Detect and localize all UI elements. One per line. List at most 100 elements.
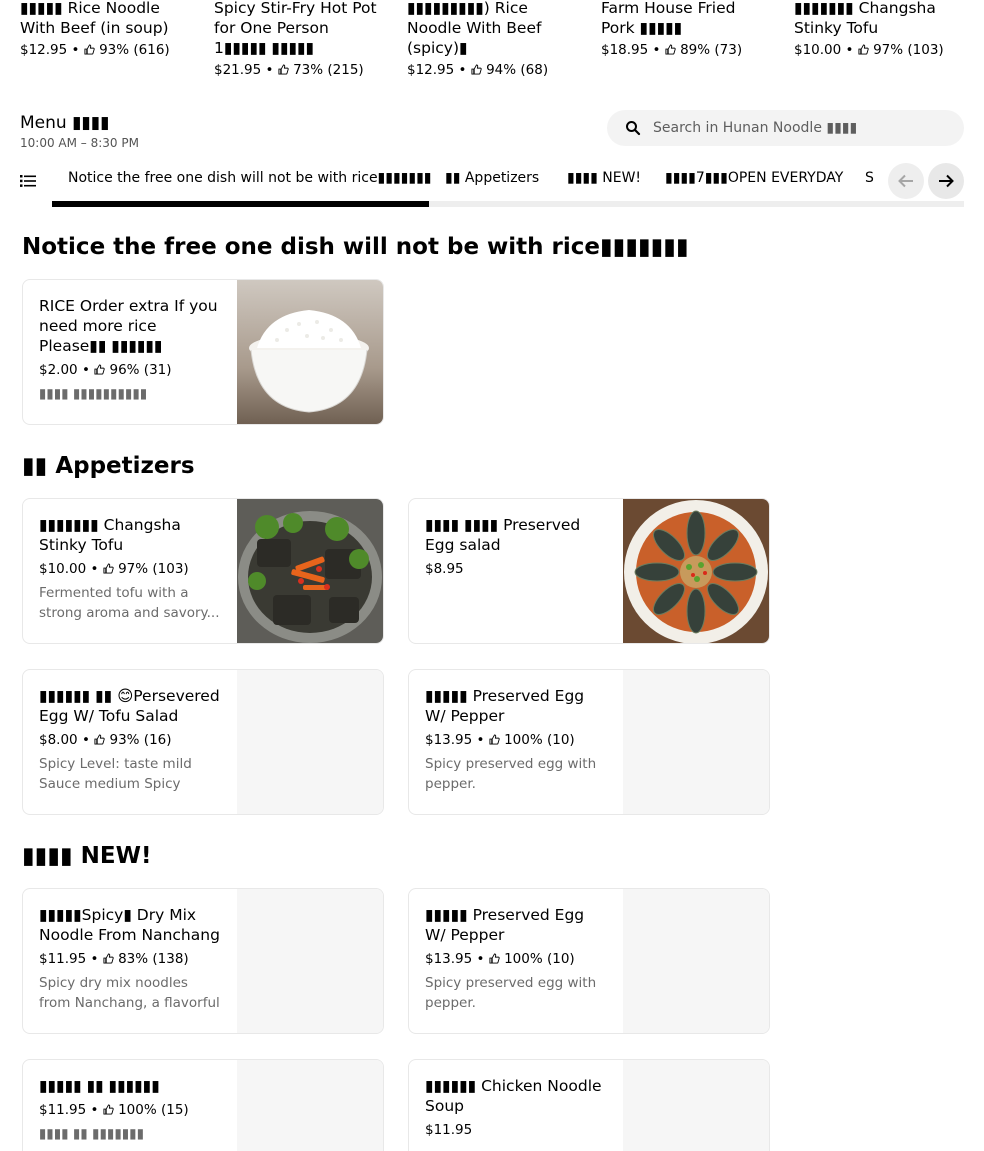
thumbs-up-icon (665, 44, 676, 55)
menu-item-card[interactable]: ▮▮▮▮▮Spicy▮ Dry Mix Noodle From Nanchang… (22, 888, 384, 1034)
search-input[interactable] (653, 110, 953, 146)
menu-hours: 10:00 AM – 8:30 PM (20, 136, 139, 150)
item-price: $10.00 (39, 561, 87, 577)
featured-item-rating: 97% (103) (873, 42, 944, 58)
item-rating: 96% (31) (109, 362, 172, 378)
preserved-egg-image (623, 499, 769, 643)
featured-item-name: ▮▮▮▮▮▮▮▮▮) Rice Noodle With Beef (spicy)… (407, 0, 542, 57)
item-image-placeholder (237, 1060, 383, 1151)
section-title: Notice the free one dish will not be wit… (22, 234, 689, 260)
item-rating: 83% (138) (118, 951, 189, 967)
thumbs-up-icon (103, 563, 114, 574)
item-description: ▮▮▮▮ ▮▮ ▮▮▮▮▮▮▮ (39, 1126, 145, 1142)
tabs-prev-button[interactable] (888, 163, 924, 199)
featured-item-price: $21.95 (214, 62, 262, 78)
section-title: ▮▮▮▮ NEW! (22, 843, 152, 869)
item-name: ▮▮▮▮▮Spicy▮ Dry Mix Noodle From Nanchang (39, 906, 220, 944)
tab-more[interactable]: S (865, 170, 874, 186)
featured-item-name: ▮▮▮▮▮▮▮ Changsha Stinky Tofu (794, 0, 936, 37)
featured-items-carousel: ▮▮▮▮▮ Rice Noodle With Beef (in soup) $1… (20, 0, 964, 90)
featured-item-price: $12.95 (20, 42, 68, 58)
item-price: $11.95 (39, 1102, 87, 1118)
item-image (237, 499, 383, 643)
item-description: ▮▮▮▮ ▮▮▮▮▮▮▮▮▮▮ (39, 386, 148, 402)
tab-notice[interactable]: Notice the free one dish will not be wit… (68, 170, 432, 186)
menu-title: Menu ▮▮▮▮ (20, 113, 110, 133)
featured-item-meta: $21.95 • 73% (215) (214, 62, 364, 78)
featured-item-name: Farm House Fried Pork ▮▮▮▮▮ (601, 0, 736, 37)
item-image-placeholder (623, 1060, 769, 1151)
item-meta: $2.00 • 96% (31) (39, 362, 172, 378)
menu-item-card[interactable]: ▮▮▮▮▮▮ ▮▮ 😊Persevered Egg W/ Tofu Salad … (22, 669, 384, 815)
item-image-placeholder (237, 889, 383, 1033)
thumbs-up-icon (103, 1104, 114, 1115)
item-rating: 100% (10) (504, 732, 575, 748)
item-price: $13.95 (425, 732, 473, 748)
list-icon[interactable] (20, 174, 36, 188)
item-rating: 97% (103) (118, 561, 189, 577)
item-name: ▮▮▮▮▮ Preserved Egg W/ Pepper (425, 906, 585, 944)
menu-item-card[interactable]: RICE Order extra If you need more rice P… (22, 279, 384, 425)
item-image (237, 280, 383, 424)
featured-item[interactable]: ▮▮▮▮▮▮▮▮▮) Rice Noodle With Beef (spicy)… (407, 0, 579, 80)
search-icon (626, 121, 641, 136)
thumbs-up-icon (94, 734, 105, 745)
thumbs-up-icon (84, 44, 95, 55)
menu-item-card[interactable]: ▮▮▮▮▮ Preserved Egg W/ Pepper $13.95 • 1… (408, 669, 770, 815)
featured-item-rating: 73% (215) (293, 62, 364, 78)
featured-item-price: $12.95 (407, 62, 455, 78)
tab-track: Notice the free one dish will not be wit… (52, 160, 964, 207)
menu-item-card[interactable]: ▮▮▮▮ ▮▮▮▮ Preserved Egg salad $8.95 (408, 498, 770, 644)
featured-item-name: Spicy Stir-Fry Hot Pot for One Person 1▮… (214, 0, 377, 57)
featured-item[interactable]: ▮▮▮▮▮▮▮ Changsha Stinky Tofu $10.00 • 97… (794, 0, 966, 60)
search-box[interactable] (607, 110, 964, 146)
menu-item-card[interactable]: ▮▮▮▮▮ Preserved Egg W/ Pepper $13.95 • 1… (408, 888, 770, 1034)
stinky-tofu-image (237, 499, 383, 643)
thumbs-up-icon (94, 364, 105, 375)
menu-item-card[interactable]: ▮▮▮▮▮▮ Chicken Noodle Soup $11.95 (408, 1059, 770, 1151)
item-name: ▮▮▮▮▮▮▮ Changsha Stinky Tofu (39, 516, 181, 554)
item-name: ▮▮▮▮▮▮ ▮▮ 😊Persevered Egg W/ Tofu Salad (39, 687, 220, 725)
thumbs-up-icon (471, 64, 482, 75)
item-image-placeholder (623, 670, 769, 814)
featured-item[interactable]: ▮▮▮▮▮ Rice Noodle With Beef (in soup) $1… (20, 0, 192, 60)
item-name: ▮▮▮▮▮ ▮▮ ▮▮▮▮▮▮ (39, 1077, 160, 1095)
item-price: $8.95 (425, 561, 464, 577)
tab-new[interactable]: ▮▮▮▮ NEW! (567, 170, 641, 186)
featured-item[interactable]: Farm House Fried Pork ▮▮▮▮▮ $18.95 • 89%… (601, 0, 773, 60)
featured-item[interactable]: Spicy Stir-Fry Hot Pot for One Person 1▮… (214, 0, 386, 80)
featured-item-meta: $18.95 • 89% (73) (601, 42, 743, 58)
item-description: Spicy preserved egg with pepper. (425, 756, 597, 792)
item-price: $13.95 (425, 951, 473, 967)
item-rating: 100% (15) (118, 1102, 189, 1118)
item-image-placeholder (237, 670, 383, 814)
item-meta: $10.00 • 97% (103) (39, 561, 189, 577)
item-meta: $11.95 • 100% (15) (39, 1102, 189, 1118)
featured-item-meta: $12.95 • 93% (616) (20, 42, 170, 58)
item-description: Spicy Level: taste mild Sauce medium Spi… (39, 756, 192, 792)
featured-item-price: $10.00 (794, 42, 842, 58)
item-description: Fermented tofu with a strong aroma and s… (39, 585, 220, 621)
featured-item-name: ▮▮▮▮▮ Rice Noodle With Beef (in soup) (20, 0, 169, 37)
arrow-left-icon (898, 174, 913, 188)
tab-appetizers[interactable]: ▮▮ Appetizers (445, 170, 539, 186)
item-meta: $8.00 • 93% (16) (39, 732, 172, 748)
featured-item-rating: 93% (616) (99, 42, 170, 58)
item-name: ▮▮▮▮▮▮ Chicken Noodle Soup (425, 1077, 602, 1115)
featured-item-price: $18.95 (601, 42, 649, 58)
tabs-next-button[interactable] (928, 163, 964, 199)
item-description: Spicy dry mix noodles from Nanchang, a f… (39, 975, 220, 1011)
item-price: $11.95 (425, 1122, 473, 1138)
item-image-placeholder (623, 889, 769, 1033)
section-title: ▮▮ Appetizers (22, 453, 195, 479)
featured-item-rating: 89% (73) (680, 42, 743, 58)
menu-item-card[interactable]: ▮▮▮▮▮▮▮ Changsha Stinky Tofu $10.00 • 97… (22, 498, 384, 644)
menu-item-card[interactable]: ▮▮▮▮▮ ▮▮ ▮▮▮▮▮▮ $11.95 • 100% (15) ▮▮▮▮ … (22, 1059, 384, 1151)
item-description: Spicy preserved egg with pepper. (425, 975, 597, 1011)
thumbs-up-icon (103, 953, 114, 964)
item-meta: $13.95 • 100% (10) (425, 732, 575, 748)
featured-item-rating: 94% (68) (486, 62, 549, 78)
tab-open-everyday[interactable]: ▮▮▮▮7▮▮▮OPEN EVERYDAY (665, 170, 843, 186)
featured-item-meta: $10.00 • 97% (103) (794, 42, 944, 58)
thumbs-up-icon (489, 734, 500, 745)
